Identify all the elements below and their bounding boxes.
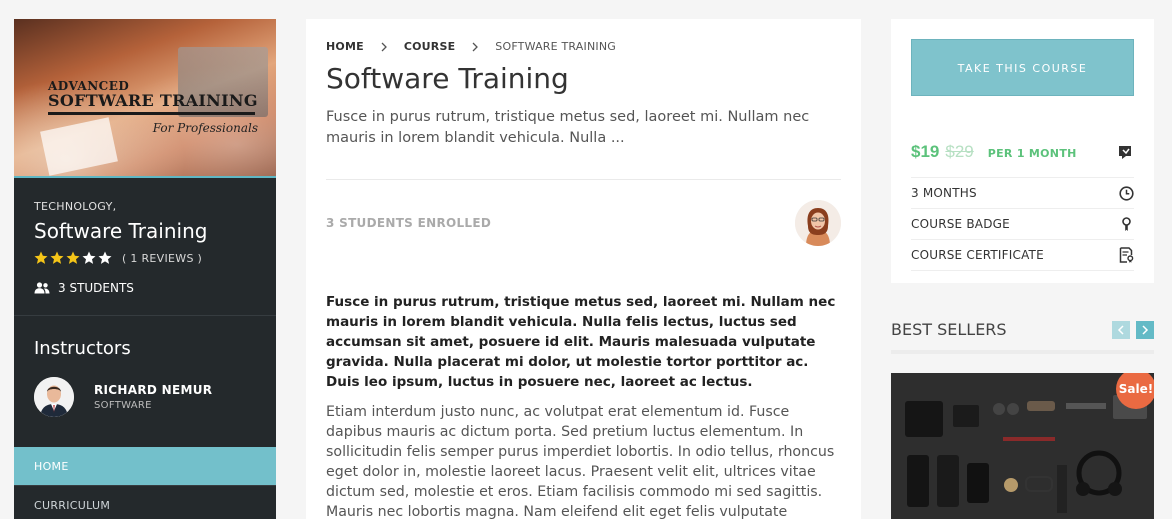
- divider: [326, 179, 841, 180]
- cover-text-line2: SOFTWARE TRAINING: [48, 91, 258, 110]
- course-description-lead: Fusce in purus rutrum, tristique metus s…: [326, 294, 836, 390]
- feature-badge-label: COURSE BADGE: [911, 217, 1010, 231]
- course-content: HOME COURSE SOFTWARE TRAINING Software T…: [306, 19, 861, 519]
- chevron-right-icon: [472, 42, 479, 51]
- course-excerpt: Fusce in purus rutrum, tristique metus s…: [326, 109, 810, 146]
- star-icon: [34, 251, 48, 264]
- carousel-prev-button[interactable]: [1112, 320, 1130, 339]
- star-icon: [98, 251, 112, 264]
- course-description-body: Etiam interdum justo nunc, ac volutpat e…: [326, 404, 835, 519]
- nav-item-home[interactable]: HOME: [14, 447, 276, 486]
- students-label: 3 STUDENTS: [58, 281, 134, 295]
- feature-certificate: COURSE CERTIFICATE: [911, 240, 1134, 271]
- certificate-icon: [1119, 247, 1134, 263]
- cover-text-line3: For Professionals: [152, 121, 258, 135]
- chevron-left-icon: [1117, 324, 1124, 335]
- course-rating: ( 1 REVIEWS ): [34, 251, 256, 265]
- instructors-heading: Instructors: [34, 338, 131, 359]
- course-cover-image[interactable]: ADVANCED SOFTWARE TRAINING For Professio…: [14, 19, 276, 178]
- chevron-right-icon: [381, 42, 387, 51]
- clock-icon: [1119, 185, 1134, 201]
- chevron-right-icon: [1142, 324, 1149, 335]
- price-original: $29: [945, 142, 974, 161]
- enrolled-row: 3 STUDENTS ENROLLED: [326, 200, 841, 246]
- breadcrumb-course[interactable]: COURSE: [404, 40, 455, 53]
- product-thumbnail[interactable]: Sale!: [891, 373, 1154, 519]
- course-title: Software Training: [34, 219, 208, 243]
- course-sidebar: ADVANCED SOFTWARE TRAINING For Professio…: [14, 19, 276, 519]
- carousel-next-button[interactable]: [1136, 320, 1154, 339]
- feature-badge: COURSE BADGE: [911, 209, 1134, 240]
- rating-stars: [34, 251, 114, 265]
- price-current: $19: [911, 142, 940, 161]
- star-icon: [50, 251, 64, 264]
- feature-certificate-label: COURSE CERTIFICATE: [911, 248, 1044, 262]
- product-image: [891, 373, 1154, 519]
- best-sellers-header: BEST SELLERS: [891, 320, 1154, 354]
- instructor-card[interactable]: RICHARD NEMUR SOFTWARE: [34, 377, 256, 417]
- breadcrumb: HOME COURSE SOFTWARE TRAINING: [326, 40, 841, 53]
- purchase-panel: TAKE THIS COURSE $19 $29 PER 1 MONTH 3 M…: [891, 19, 1154, 283]
- breadcrumb-current: SOFTWARE TRAINING: [495, 40, 616, 53]
- enrolled-label: 3 STUDENTS ENROLLED: [326, 216, 492, 230]
- course-purchase-sidebar: TAKE THIS COURSE $19 $29 PER 1 MONTH 3 M…: [891, 19, 1154, 519]
- cover-underline: [48, 112, 255, 115]
- feature-duration: 3 MONTHS: [911, 178, 1134, 209]
- price-row: $19 $29 PER 1 MONTH: [911, 142, 1134, 178]
- users-icon: [34, 282, 50, 294]
- price-tag-icon: [1119, 145, 1131, 159]
- instructor-avatar[interactable]: [34, 377, 74, 417]
- instructor-role: SOFTWARE: [94, 400, 152, 411]
- page-title: Software Training: [326, 62, 569, 95]
- nav-item-curriculum[interactable]: CURRICULUM: [14, 486, 276, 519]
- student-avatar[interactable]: [795, 200, 841, 246]
- star-icon: [82, 251, 96, 264]
- instructors-section: Instructors RICHARD NEMUR SOFTWARE: [14, 316, 276, 417]
- course-nav: HOME CURRICULUM: [14, 447, 276, 519]
- feature-duration-label: 3 MONTHS: [911, 186, 977, 200]
- take-course-button[interactable]: TAKE THIS COURSE: [911, 39, 1134, 96]
- paper-graphic: [40, 117, 118, 176]
- badge-icon: [1122, 216, 1131, 231]
- price-period: PER 1 MONTH: [987, 147, 1077, 160]
- best-sellers-title: BEST SELLERS: [891, 320, 1007, 339]
- carousel-controls: [1106, 320, 1154, 339]
- instructor-name[interactable]: RICHARD NEMUR: [94, 383, 212, 397]
- breadcrumb-home[interactable]: HOME: [326, 40, 364, 53]
- course-meta: TECHNOLOGY, Software Training ( 1 REVIEW…: [14, 178, 276, 316]
- students-count: 3 STUDENTS: [14, 281, 276, 316]
- star-icon: [66, 251, 80, 264]
- reviews-count: ( 1 REVIEWS ): [122, 251, 203, 265]
- sale-badge: Sale!: [1116, 373, 1154, 409]
- course-category[interactable]: TECHNOLOGY,: [34, 200, 256, 213]
